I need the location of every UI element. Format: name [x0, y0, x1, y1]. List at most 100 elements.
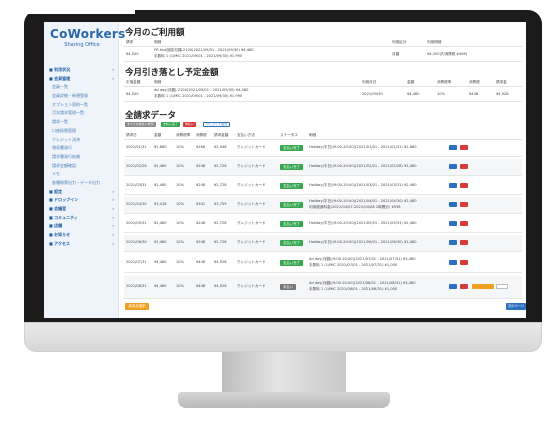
section-title-current-usage: 今月のご利用額	[125, 28, 185, 38]
sidebar-item[interactable]: 各種帳票出力・データ出力	[44, 179, 118, 188]
next-page-button[interactable]: 次のページ	[506, 303, 526, 310]
pdf-button[interactable]	[460, 145, 468, 150]
usage-col-detail: 明細	[154, 40, 162, 44]
invoice-tax-rate: 10%	[176, 221, 184, 225]
pdf-button[interactable]	[460, 202, 468, 207]
sidebar-item[interactable]: ■ ドロップイン ›	[44, 196, 118, 205]
sidebar-item[interactable]: オプション契約一覧	[44, 101, 118, 110]
usage-detail: ¥4,500(内消費税 ¥406)	[427, 52, 468, 56]
invoice-date: 2021/03/31	[126, 183, 147, 187]
sidebar-item[interactable]: 口座振替管理	[44, 127, 118, 136]
sidebar-item-label: 各種帳票出力・データ出力	[52, 179, 100, 185]
invoice-date: 2021/01/31	[126, 145, 147, 149]
debit-col-total: 請求金	[496, 80, 507, 84]
pdf-button[interactable]	[460, 260, 468, 265]
debit-col-date: 利用月日	[362, 80, 377, 84]
table-row: 2021/03/31 ¥2,480 10% ¥248 ¥2,728 クレジットカード 支払い…	[124, 178, 522, 195]
sidebar-item-label: 口座振替管理	[52, 127, 76, 133]
detail-button[interactable]	[449, 284, 457, 289]
detail-button[interactable]	[449, 260, 457, 265]
status-badge: 支払い完了	[280, 144, 303, 151]
filter-credit[interactable]: クレジット決済	[203, 122, 231, 127]
pay-now-button[interactable]	[472, 284, 494, 289]
invoice-desc-1: Holiday(平日)(9:00-20:00)(2021/01/01 - 202…	[309, 145, 417, 149]
table-row: 2021/07/31 ¥4,480 10% ¥448 ¥4,928 クレジットカード 支払い…	[124, 254, 522, 273]
usage-row: ¥4,500 FR Hot/固定月額-2100(2021/09/01 - 202…	[124, 47, 522, 62]
invoice-method: クレジットカード	[237, 284, 266, 288]
pdf-button[interactable]	[460, 240, 468, 245]
sidebar-item-label: 会員詳細・新規登録	[52, 93, 88, 99]
pdf-button[interactable]	[460, 221, 468, 226]
invoice-desc-1: Holiday(平日)(9:00-20:00)(2021/04/01 - 202…	[309, 199, 417, 203]
sidebar-item[interactable]: メモ	[44, 170, 118, 179]
invoice-tax: ¥248	[196, 164, 206, 168]
issue-invoice-button[interactable]: 請求月選択	[125, 303, 149, 310]
sidebar-item[interactable]: ■ アクセス ›	[44, 240, 118, 249]
invoice-table-header: 請求日 金額 消費税率 消費税 請求金額 支払い方法 ステータス 明細	[124, 132, 522, 140]
debit-col-price: 金額	[407, 80, 415, 84]
usage-desc-1: FR Hot/固定月額-2100(2021/09/01 - 2021/09/30…	[154, 48, 254, 52]
cancel-button[interactable]	[496, 284, 508, 289]
debit-desc-1: Ad day(月額)-2100(2021/09/01 - 2021/09/30)…	[154, 88, 249, 92]
usage-kind: 月額	[392, 52, 400, 56]
inv-col-total: 請求金額	[214, 133, 229, 137]
invoice-date: 2021/04/30	[126, 202, 147, 206]
filter-unpaid[interactable]: 未払い	[183, 122, 197, 127]
invoice-desc-1: Holiday(平日)(9:00-20:00)(2021/03/01 - 202…	[309, 183, 417, 187]
chevron-right-icon: ›	[112, 188, 114, 194]
section-title-scheduled-debit: 今月引き落とし予定金額	[125, 68, 219, 78]
invoice-tax-rate: 10%	[176, 260, 184, 264]
detail-button[interactable]	[449, 164, 457, 169]
sidebar-item[interactable]: ■ 利用状況 ›	[44, 66, 118, 75]
debit-col-tax: 消費税	[469, 80, 480, 84]
table-row: 2021/06/30 ¥2,480 10% ¥248 ¥2,728 クレジットカード 支払い…	[124, 235, 522, 252]
sidebar-item[interactable]: 請求金額確認	[44, 162, 118, 171]
sidebar-item[interactable]: ■ 会議室 ›	[44, 205, 118, 214]
status-badge: 支払い完了	[280, 182, 303, 189]
sidebar-item[interactable]: ■ コミュニティ ›	[44, 214, 118, 223]
invoice-method: クレジットカード	[237, 202, 266, 206]
inv-col-amount: 金額	[154, 133, 162, 137]
logo[interactable]: CoWorkers Sharing Office	[50, 28, 125, 49]
detail-button[interactable]	[449, 240, 457, 245]
pdf-button[interactable]	[460, 164, 468, 169]
sidebar-item[interactable]: 請求一覧	[44, 118, 118, 127]
invoice-tax: ¥341	[196, 202, 206, 206]
sidebar-item[interactable]: 会員一覧	[44, 83, 118, 92]
sidebar-item[interactable]: クレジット決済	[44, 136, 118, 145]
invoice-amount: ¥2,680	[154, 145, 167, 149]
filter-paid[interactable]: 支払い完了	[161, 122, 181, 127]
inv-col-detail: 明細	[309, 133, 317, 137]
pdf-button[interactable]	[460, 183, 468, 188]
invoice-tax: ¥268	[196, 145, 206, 149]
sidebar-item-label: ■ 会員管理	[49, 75, 71, 81]
sidebar-item[interactable]: ■ 会員管理 ›	[44, 75, 118, 84]
filter-all[interactable]: すべての支払い状況	[125, 122, 156, 127]
sidebar-item[interactable]: 請求書発行依頼	[44, 153, 118, 162]
inv-col-status: ステータス	[280, 133, 298, 137]
invoice-total: ¥2,948	[214, 145, 227, 149]
detail-button[interactable]	[449, 221, 457, 226]
detail-button[interactable]	[449, 202, 457, 207]
status-filter-bar: すべての支払い状況 支払い完了 未払い クレジット決済	[125, 122, 325, 128]
detail-button[interactable]	[449, 183, 457, 188]
section-title-all-invoices: 全請求データ	[125, 111, 177, 121]
status-badge: 支払い完了	[280, 259, 303, 266]
detail-button[interactable]	[449, 145, 457, 150]
sidebar-item[interactable]: 会員詳細・新規登録	[44, 92, 118, 101]
sidebar-item[interactable]: ■ お知らせ ›	[44, 231, 118, 240]
invoice-date: 2021/05/31	[126, 221, 147, 225]
sidebar-item[interactable]: ■ 設定 ›	[44, 188, 118, 197]
sidebar-item[interactable]: ■ 店舗 ›	[44, 222, 118, 231]
monitor-chin	[24, 322, 542, 352]
invoice-date: 2021/07/31	[126, 260, 147, 264]
table-row: 2021/02/28 ¥2,480 10% ¥248 ¥2,728 クレジットカード 支払い…	[124, 159, 522, 176]
sidebar-item[interactable]: 領収書発行	[44, 144, 118, 153]
invoice-method: クレジットカード	[237, 183, 266, 187]
chevron-right-icon: ›	[112, 67, 114, 72]
sidebar-item[interactable]: 月次請求管理一覧	[44, 109, 118, 118]
pdf-button[interactable]	[460, 284, 468, 289]
invoice-desc-2: 手数料 1 (1/MIC 2021/08/01 - 2021/08/31) ¥1…	[309, 287, 398, 291]
debit-table-header: 引落金額 明細 利用月日 金額 消費税率 消費税 請求金	[124, 79, 522, 87]
sidebar-item-label: ■ 会議室	[49, 206, 67, 211]
